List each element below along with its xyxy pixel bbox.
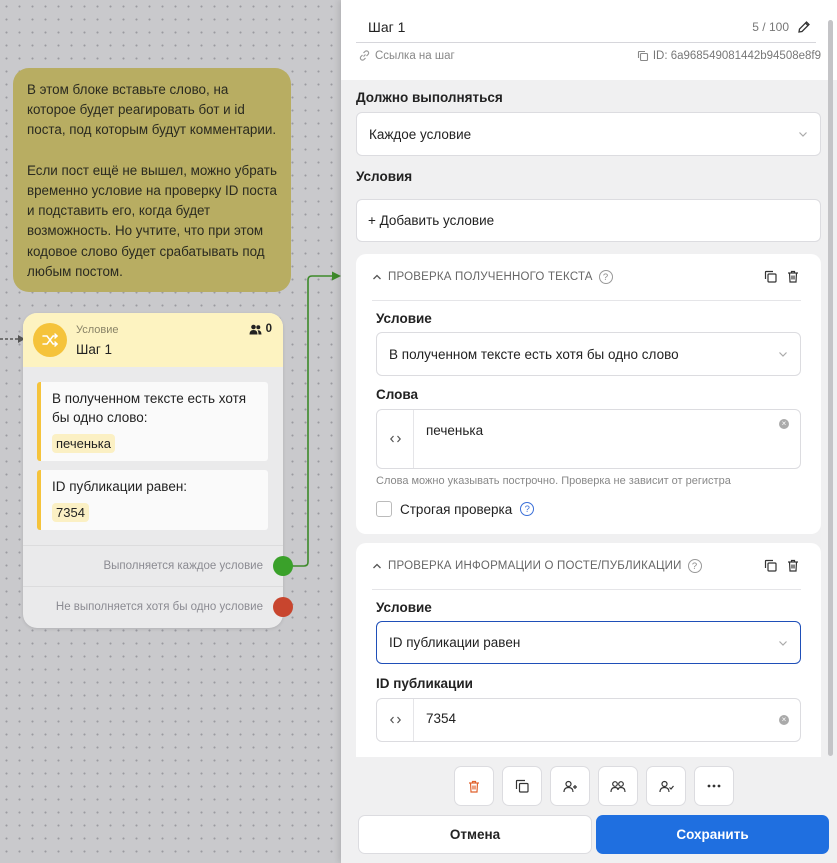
clear-icon[interactable]: × [779, 419, 789, 429]
strict-check-row: Строгая проверка ? [376, 501, 535, 517]
text-check-card: ПРОВЕРКА ПОЛУЧЕННОГО ТЕКСТА ? Условие В … [356, 254, 821, 534]
panel-scrollbar[interactable] [828, 20, 833, 756]
condition-summary-label: В полученном тексте есть хотя бы одно сл… [52, 391, 247, 425]
strict-check-checkbox[interactable] [376, 501, 392, 517]
user-check-button[interactable] [646, 766, 686, 806]
trash-icon [469, 780, 479, 793]
copy-icon[interactable] [764, 559, 777, 572]
post-id-input[interactable]: 7354 × [376, 698, 801, 742]
chevron-down-icon [779, 640, 787, 646]
post-id-label: ID публикации [376, 676, 473, 691]
words-hint: Слова можно указывать построчно. Проверк… [376, 475, 731, 487]
strict-check-label: Строгая проверка [400, 501, 513, 517]
pencil-icon[interactable] [797, 20, 811, 34]
text-check-header[interactable]: ПРОВЕРКА ПОЛУЧЕННОГО ТЕКСТА ? [372, 254, 801, 301]
shuffle-icon [33, 323, 67, 357]
subscriber-count: 0 [249, 323, 272, 335]
cancel-button[interactable]: Отмена [358, 815, 592, 854]
condition-summary-post-id[interactable]: ID публикации равен: 7354 [37, 470, 268, 530]
title-char-count: 5 / 100 [752, 20, 789, 34]
sticky-note[interactable]: В этом блоке вставьте слово, на которое … [13, 68, 291, 292]
user-plus-icon [562, 780, 577, 792]
words-textarea[interactable]: печенька × [376, 409, 801, 469]
node-header[interactable]: Условие Шаг 1 0 [23, 313, 283, 367]
chevron-up-icon [373, 274, 381, 280]
help-icon[interactable]: ? [520, 502, 535, 516]
link-icon [359, 50, 370, 61]
chevron-down-icon [799, 132, 807, 137]
step-link[interactable]: Ссылка на шаг [358, 49, 455, 62]
output-port-success[interactable] [273, 556, 293, 576]
words-label: Слова [376, 387, 419, 402]
conditions-label: Условия [356, 169, 413, 184]
code-icon[interactable] [377, 699, 414, 741]
step-settings-panel: Шаг 1 5 / 100 Ссылка на шаг ID: 6a968549… [341, 0, 837, 863]
condition-summary-text[interactable]: В полученном тексте есть хотя бы одно сл… [37, 382, 268, 461]
condition-summary-label: ID публикации равен: [52, 479, 188, 494]
user-check-icon [658, 780, 674, 792]
condition-value-chip: печенька [52, 434, 115, 453]
users-icon [249, 324, 262, 334]
trash-icon[interactable] [787, 559, 799, 572]
save-button[interactable]: Сохранить [596, 815, 829, 854]
output-fail-row: Не выполняется хотя бы одно условие [23, 586, 283, 627]
must-run-label: Должно выполняться [356, 90, 503, 105]
connection-link [284, 271, 341, 567]
output-success-row: Выполняется каждое условие [23, 545, 283, 586]
trash-icon[interactable] [787, 270, 799, 283]
code-icon[interactable] [377, 410, 414, 468]
more-icon [707, 784, 721, 788]
post-condition-select[interactable]: ID публикации равен [376, 621, 801, 664]
more-options-button[interactable] [694, 766, 734, 806]
text-condition-label: Условие [376, 311, 432, 326]
duplicate-step-button[interactable] [502, 766, 542, 806]
chevron-down-icon [779, 352, 787, 357]
condition-node[interactable]: Условие Шаг 1 0 В полученном тексте есть… [23, 313, 283, 628]
copy-icon[interactable] [764, 270, 777, 283]
copy-icon [637, 50, 648, 62]
users-icon [610, 780, 626, 792]
text-condition-select[interactable]: В полученном тексте есть хотя бы одно сл… [376, 332, 801, 376]
chevron-up-icon [373, 563, 381, 569]
add-user-button[interactable] [550, 766, 590, 806]
users-group-button[interactable] [598, 766, 638, 806]
post-check-card: ПРОВЕРКА ИНФОРМАЦИИ О ПОСТЕ/ПУБЛИКАЦИИ ?… [356, 543, 821, 757]
post-check-header[interactable]: ПРОВЕРКА ИНФОРМАЦИИ О ПОСТЕ/ПУБЛИКАЦИИ ? [372, 543, 801, 590]
delete-step-button[interactable] [454, 766, 494, 806]
help-icon[interactable]: ? [598, 270, 613, 284]
output-port-fail[interactable] [273, 597, 293, 617]
node-title: Шаг 1 [76, 342, 113, 357]
node-type-label: Условие [76, 324, 119, 336]
help-icon[interactable]: ? [687, 559, 702, 573]
condition-value-chip: 7354 [52, 503, 89, 522]
post-condition-label: Условие [376, 600, 432, 615]
step-title-input[interactable]: Шаг 1 [356, 12, 816, 43]
must-run-select[interactable]: Каждое условие [356, 112, 821, 156]
copy-icon [515, 779, 529, 793]
step-id[interactable]: ID: 6a968549081442b94508e8f9 [637, 50, 821, 62]
panel-header: Шаг 1 5 / 100 Ссылка на шаг ID: 6a968549… [341, 0, 837, 80]
clear-icon[interactable]: × [779, 715, 789, 725]
add-condition-button[interactable]: + Добавить условие [356, 199, 821, 242]
